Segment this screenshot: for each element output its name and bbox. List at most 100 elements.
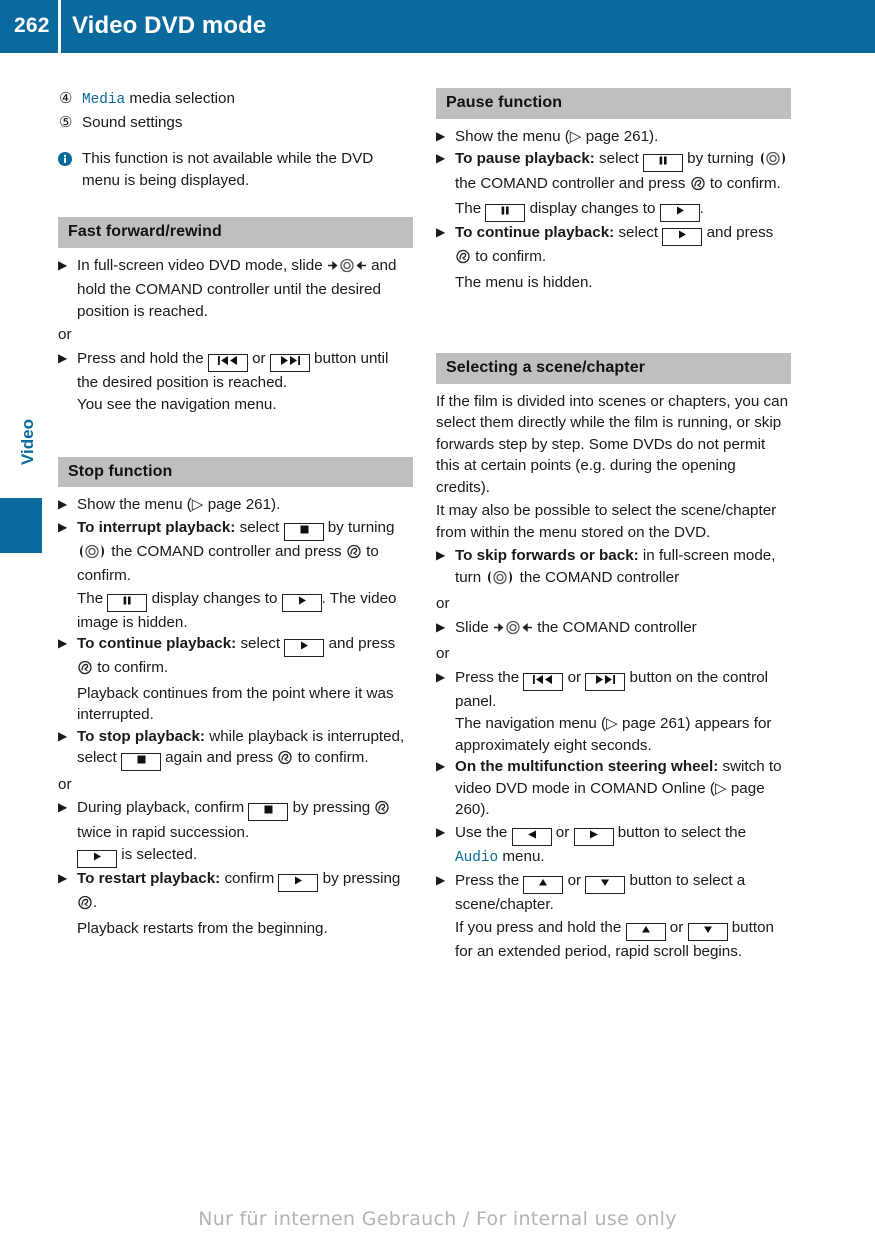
note-text-a: The [77, 589, 108, 607]
turn-controller-icon [485, 570, 515, 592]
pause-button-icon [642, 154, 683, 172]
instruction-mid: or [247, 349, 270, 367]
info-note-text: This function is not available while the… [82, 150, 374, 189]
instruction-text-a: select [236, 635, 285, 652]
footer-watermark: Nur für internen Gebrauch / For internal… [198, 1208, 677, 1230]
instruction-continue-playback: ▶ To continue playback: select and press… [436, 222, 791, 271]
press-controller-icon [277, 750, 293, 772]
instruction-restart-note: Playback restarts from the beginning. [77, 919, 328, 937]
circled-number-icon: ⑤ [59, 113, 73, 131]
instruction-press-control-panel-buttons: ▶ Press the or button on the control pan… [436, 667, 791, 713]
note-text-b: display changes to [147, 589, 282, 607]
instruction-text-b: by pressing [288, 799, 375, 816]
instruction-label: To continue playback: [77, 635, 237, 652]
instruction-stop-playback: ▶ To stop playback: while playback is in… [58, 726, 413, 772]
legend-text-4: media selection [125, 90, 235, 107]
instruction-text-b: by turning [682, 150, 759, 167]
instruction-text-a: Press and hold the [77, 349, 208, 367]
instruction-text-b: by turning [323, 518, 395, 536]
instruction-text-b: again and press [160, 749, 278, 766]
instruction-text-c: to confirm. [471, 248, 547, 265]
section-heading-selecting-scene-chapter: Selecting a scene/chapter [436, 353, 791, 384]
left-arrow-button-icon [511, 827, 552, 846]
page-number: 262 [14, 14, 50, 37]
right-column: Pause function ▶ Show the menu (▷ page 2… [436, 88, 791, 962]
info-note: This function is not available while the… [58, 148, 413, 191]
instruction-pause-playback: ▶ To pause playback: select by turning t… [436, 148, 791, 197]
note-text-a: If you press and hold the [455, 918, 626, 936]
or-separator: or [436, 645, 450, 662]
instruction-skip-forwards-back: ▶ To skip forwards or back: in full-scre… [436, 545, 791, 591]
pause-button-icon [107, 593, 148, 612]
instruction-text: Show the menu (▷ page 261). [455, 127, 659, 145]
up-arrow-button-icon [523, 876, 564, 894]
or-separator: or [58, 326, 72, 343]
instruction-label: To skip forwards or back: [455, 547, 639, 564]
bullet-arrow-icon: ▶ [436, 669, 446, 684]
instruction-select-audio-menu: ▶ Use the or button to select the Audio … [436, 822, 791, 870]
scene-chapter-paragraph-2: It may also be possible to select the sc… [436, 502, 777, 541]
bullet-arrow-icon: ▶ [436, 824, 446, 839]
pause-button-icon [485, 204, 526, 222]
instruction-text-a: select [614, 224, 663, 241]
instruction-mid: or [563, 872, 586, 889]
fast-forward-button-icon [585, 672, 626, 691]
instruction-text-c: menu. [498, 847, 545, 865]
instruction-text-d: to confirm. [705, 174, 781, 192]
instruction-text-a: Use the [455, 823, 512, 841]
legend-term-media: Media [82, 92, 126, 108]
instruction-rapid-scroll-note: If you press and hold the or button for … [436, 917, 791, 963]
slide-controller-icon [493, 620, 533, 642]
bullet-arrow-icon: ▶ [58, 497, 68, 511]
instruction-navigation-menu-note: The navigation menu (▷ page 261) appears… [455, 715, 772, 754]
slide-controller-icon [327, 258, 367, 280]
instruction-mid: or [551, 823, 574, 841]
rewind-button-icon [523, 672, 564, 691]
bullet-arrow-icon: ▶ [436, 225, 446, 239]
down-arrow-button-icon [687, 922, 728, 941]
play-button-icon [284, 639, 325, 657]
note-text-c: . [699, 200, 704, 217]
bullet-arrow-icon: ▶ [436, 873, 446, 887]
bullet-arrow-icon: ▶ [58, 257, 68, 272]
play-button-icon [662, 228, 703, 246]
instruction-text-c: twice in rapid succession. [77, 823, 250, 841]
instruction-continue-playback: ▶ To continue playback: select and press… [58, 633, 413, 682]
instruction-text-c: to confirm. [93, 659, 169, 676]
down-arrow-button-icon [585, 876, 626, 894]
bullet-arrow-icon: ▶ [436, 619, 446, 634]
instruction-label: To stop playback: [77, 727, 205, 745]
legend-item-4: ④ Media media selection [58, 88, 413, 112]
stop-button-icon [283, 522, 324, 541]
instruction-text-b: and press [324, 635, 396, 652]
instruction-slide-controller: ▶ In full-screen video DVD mode, slide a… [58, 255, 413, 323]
play-button-icon [278, 874, 319, 892]
sidebar-tab-marker [0, 498, 42, 553]
instruction-text: Show the menu (▷ page 261). [77, 496, 281, 513]
instruction-text-a: select [235, 518, 284, 536]
instruction-label: To pause playback: [455, 150, 595, 167]
instruction-display-change-note: The display changes to . [436, 198, 791, 222]
instruction-text-a: Slide [455, 618, 493, 636]
instruction-text-a: confirm [220, 870, 279, 887]
instruction-show-menu: ▶ Show the menu (▷ page 261). [58, 494, 413, 516]
bullet-arrow-icon: ▶ [58, 728, 68, 743]
or-separator: or [436, 595, 450, 612]
scene-chapter-paragraph-1: If the film is divided into scenes or ch… [436, 392, 789, 496]
instruction-label: To interrupt playback: [77, 518, 236, 536]
instruction-menu-hidden-note: The menu is hidden. [455, 273, 593, 291]
instruction-restart-playback: ▶ To restart playback: confirm by pressi… [58, 868, 413, 917]
instruction-multifunction-steering-wheel: ▶ On the multifunction steering wheel: s… [436, 756, 791, 821]
bullet-arrow-icon: ▶ [436, 548, 446, 562]
instruction-text-a: Press the [455, 668, 524, 686]
instruction-text-c: the COMAND controller and press [455, 174, 690, 192]
play-button-icon [77, 850, 117, 868]
instruction-label: To restart playback: [77, 870, 221, 887]
instruction-text-a: Press the [455, 872, 524, 889]
instruction-press-hold-buttons: ▶ Press and hold the or button until the… [58, 348, 413, 394]
press-controller-icon [455, 249, 471, 271]
instruction-text-a: select [594, 150, 643, 167]
instruction-text-a: In full-screen video DVD mode, slide [77, 256, 327, 274]
up-arrow-button-icon [625, 922, 666, 941]
instruction-text-c: to confirm. [293, 749, 369, 766]
